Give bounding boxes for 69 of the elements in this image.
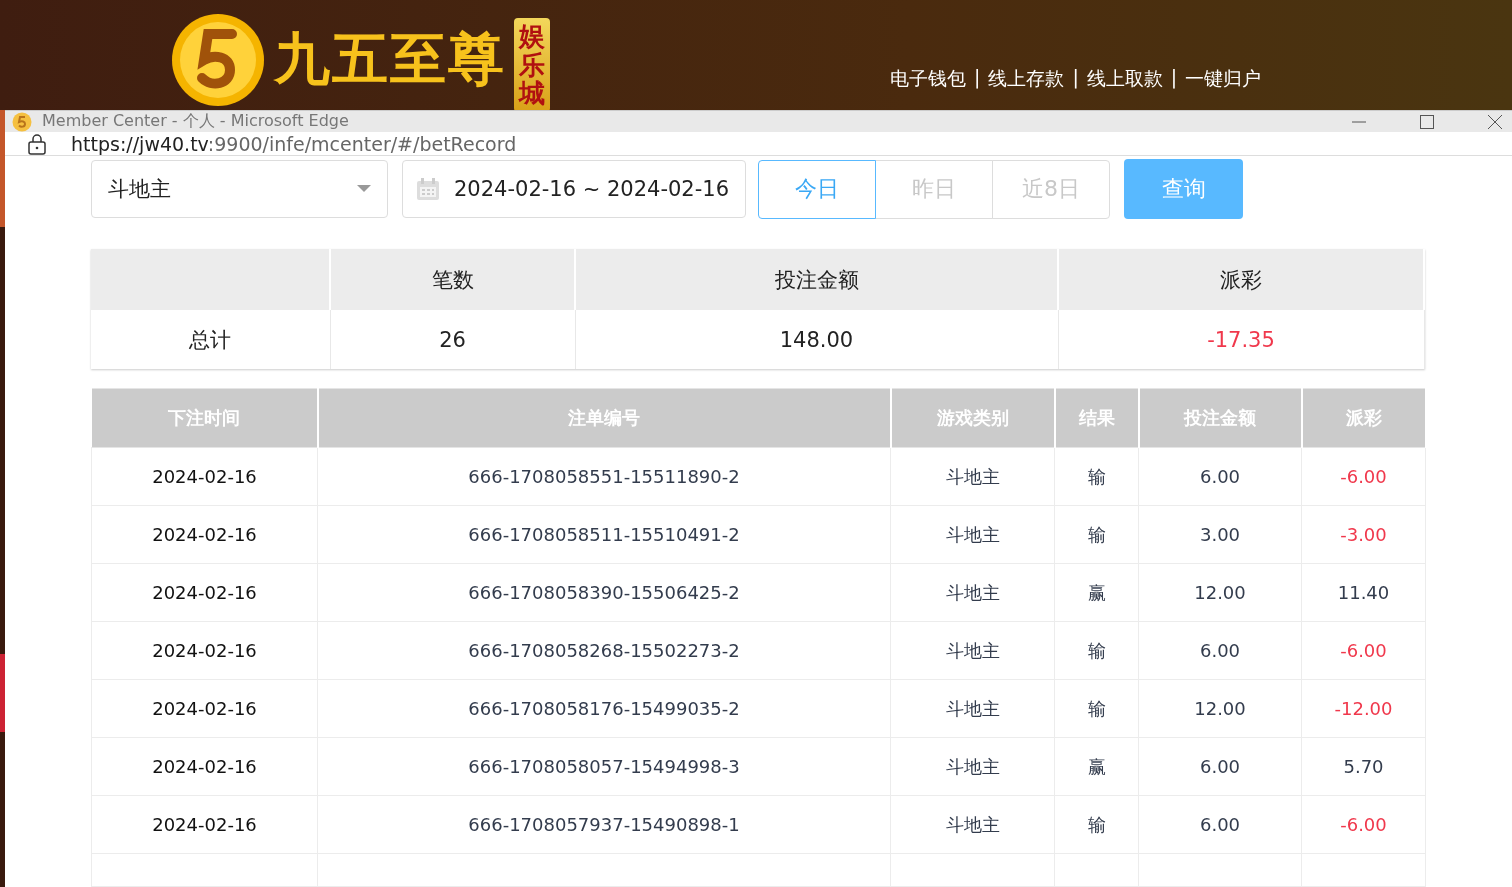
table-cell: -17.35 xyxy=(1058,310,1424,369)
table-cell: 6.00 xyxy=(1138,795,1302,854)
table-cell: 6.00 xyxy=(1138,621,1302,680)
table-cell: 输 xyxy=(1054,505,1139,564)
game-select[interactable]: 斗地主 xyxy=(91,160,388,218)
table-cell: 赢 xyxy=(1054,737,1139,796)
table-cell: 输 xyxy=(1054,679,1139,738)
table-cell: 斗地主 xyxy=(890,505,1055,564)
window-title: Member Center - 个人 - Microsoft Edge xyxy=(42,111,349,133)
header-link[interactable]: 线上取款 xyxy=(1086,66,1163,92)
calendar-icon xyxy=(416,177,440,201)
table-cell: 666-1708058176-15499035-2 xyxy=(317,679,891,738)
table-cell: 666-1708058551-15511890-2 xyxy=(317,447,891,506)
table-cell: 666-1708058268-15502273-2 xyxy=(317,621,891,680)
table-cell: 斗地主 xyxy=(890,447,1055,506)
table-cell: 赢 xyxy=(1054,563,1139,622)
table-cell: 148.00 xyxy=(575,310,1058,369)
table-cell: 666-1708058511-15510491-2 xyxy=(317,505,891,564)
site-icon xyxy=(12,111,32,132)
table-cell: -12.00 xyxy=(1301,679,1426,738)
link-separator: | xyxy=(974,66,981,91)
header-link[interactable]: 电子钱包 xyxy=(890,66,966,92)
date-range-field[interactable]: 2024-02-16 ~ 2024-02-16 xyxy=(402,160,746,218)
table-cell: 666-1708058390-15506425-2 xyxy=(317,563,891,622)
brand-badge: 娱乐城 xyxy=(514,18,550,112)
table-cell: 6.00 xyxy=(1138,447,1302,506)
table-cell: 666-1708058057-15494998-3 xyxy=(317,737,891,796)
table-cell: 12.00 xyxy=(1138,563,1302,622)
table-cell: 2024-02-16 xyxy=(91,621,318,680)
table-cell: 斗地主 xyxy=(890,621,1055,680)
table-cell: 666-1708057937-15490898-1 xyxy=(317,795,891,854)
table-cell: -6.00 xyxy=(1301,447,1426,506)
link-separator: | xyxy=(1170,66,1178,91)
maximize-icon[interactable] xyxy=(1419,113,1435,130)
table-cell: 2024-02-16 xyxy=(91,505,318,564)
table-cell: 12.00 xyxy=(1138,679,1302,738)
table-cell: 总计 xyxy=(91,310,330,369)
column-header: 投注金额 xyxy=(575,249,1058,310)
url-text[interactable]: https://jw40.tv:9900/infe/mcenter/#/betRecord xyxy=(71,132,517,155)
table-cell: 斗地主 xyxy=(890,563,1055,622)
column-header: 笔数 xyxy=(330,249,575,310)
header-link[interactable]: 一键归户 xyxy=(1185,66,1262,92)
table-cell: -6.00 xyxy=(1301,621,1426,680)
table-cell: 2024-02-16 xyxy=(91,563,318,622)
table-cell: 输 xyxy=(1054,447,1139,506)
table-cell: 斗地主 xyxy=(890,679,1055,738)
table-cell: 2024-02-16 xyxy=(91,679,318,738)
caret-icon xyxy=(357,185,371,193)
close-icon[interactable] xyxy=(1487,113,1503,130)
table-cell: 输 xyxy=(1054,621,1139,680)
table-cell: 2024-02-16 xyxy=(91,737,318,796)
table-cell: 斗地主 xyxy=(890,795,1055,854)
table-cell: 2024-02-16 xyxy=(91,447,318,506)
table-cell: 6.00 xyxy=(1138,737,1302,796)
table-cell: -6.00 xyxy=(1301,795,1426,854)
table-cell: 输 xyxy=(1054,795,1139,854)
table-cell: 26 xyxy=(330,310,575,369)
table-cell: 斗地主 xyxy=(890,737,1055,796)
table-cell: 11.40 xyxy=(1301,563,1426,622)
table-cell: 3.00 xyxy=(1138,505,1302,564)
column-header: 派彩 xyxy=(1058,249,1424,310)
table-cell: 2024-02-16 xyxy=(91,795,318,854)
brand-name: 九五至尊 xyxy=(274,24,506,93)
link-separator: | xyxy=(1072,66,1079,91)
header-link[interactable]: 线上存款 xyxy=(988,66,1065,92)
logo-icon xyxy=(170,12,266,108)
lock-icon xyxy=(27,132,47,155)
table-cell: 5.70 xyxy=(1301,737,1426,796)
table-cell: -3.00 xyxy=(1301,505,1426,564)
